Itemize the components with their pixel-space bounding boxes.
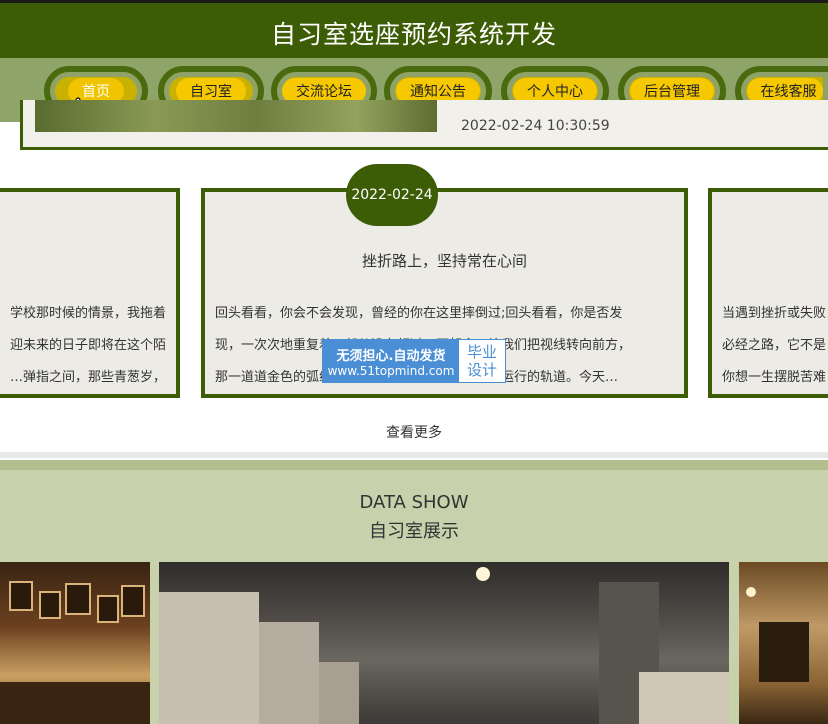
excerpt-line: ，弹指之间，那些青葱岁… — [9, 370, 166, 385]
site-title: 自习室选座预约系统开发 — [270, 20, 557, 49]
view-more-link[interactable]: 查看更多 — [0, 422, 828, 442]
study-room-photo-art — [0, 581, 150, 724]
study-room-photo-art — [159, 567, 729, 724]
watermark-right: 毕业 设计 — [459, 340, 505, 382]
excerpt-line: 迎未来的日子即将在这个陌 — [9, 338, 166, 353]
data-show-title-cn: 自习室展示 — [369, 521, 459, 542]
excerpt-line: 你想一生摆脱苦难 — [722, 370, 827, 385]
article-card[interactable]: 学校那时候的情景，我拖着 迎未来的日子即将在这个陌 ，弹指之间，那些青葱岁… — [0, 188, 180, 398]
news-card-image — [35, 100, 437, 132]
study-room-photo[interactable] — [739, 562, 828, 724]
article-date-badge: 2022-02-24 — [346, 164, 438, 226]
header-bar: 自习室选座预约系统开发 — [0, 0, 828, 58]
page: 自习室选座预约系统开发 首页 自习室 交流论坛 通知公告 个人中心 后台管理 在… — [0, 0, 828, 724]
watermark-right-bottom: 设计 — [466, 361, 497, 379]
excerpt-line: 回头看看，你会不会发现，曾经的你在这里摔倒过;回头看看，你是否发 — [215, 306, 623, 321]
watermark-url: www.51topmind.com — [327, 363, 455, 378]
study-room-photo[interactable] — [0, 562, 150, 724]
study-room-photo-art — [746, 587, 809, 682]
data-show-title-en: DATA SHOW — [359, 492, 469, 513]
watermark-slogan: 无须担心.自动发货 — [336, 348, 446, 364]
excerpt-line: 必经之路，它不是 — [722, 338, 827, 353]
article-card[interactable]: 当遇到挫折或失败 必经之路，它不是 你想一生摆脱苦难 — [708, 188, 828, 398]
article-excerpt: 当遇到挫折或失败 必经之路，它不是 你想一生摆脱苦难 — [722, 298, 828, 394]
article-excerpt: 学校那时候的情景，我拖着 迎未来的日子即将在这个陌 ，弹指之间，那些青葱岁… — [0, 298, 166, 394]
article-title: 挫折路上，坚持常在心间 — [361, 252, 527, 270]
watermark-right-top: 毕业 — [466, 343, 497, 361]
study-room-photo[interactable] — [159, 562, 729, 724]
watermark-badge: 无须担心.自动发货 www.51topmind.com 毕业 设计 — [322, 339, 506, 383]
excerpt-line: 当遇到挫折或失败 — [722, 306, 827, 321]
news-card[interactable]: 2022-02-24 10:30:59 — [20, 100, 828, 150]
watermark-left: 无须担心.自动发货 www.51topmind.com — [323, 340, 459, 382]
excerpt-line: 学校那时候的情景，我拖着 — [9, 306, 166, 321]
news-card-time: 2022-02-24 10:30:59 — [461, 118, 610, 134]
section-divider — [0, 452, 828, 458]
